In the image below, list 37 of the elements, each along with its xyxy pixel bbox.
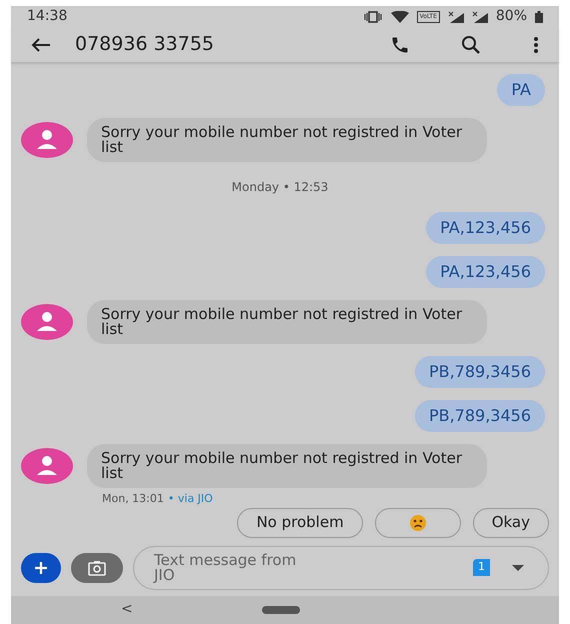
sent-message-bubble: PB,789,3456 [414, 356, 545, 388]
suggestion-chip[interactable]: Okay [472, 508, 549, 538]
home-handle[interactable] [262, 606, 300, 614]
wifi-icon [390, 10, 409, 22]
suggestion-chip[interactable]: No problem [237, 508, 363, 538]
date-separator: Monday • 12:53 [232, 179, 328, 196]
received-message-bubble: Sorry your mobile number not registred in Voter list [87, 300, 487, 344]
plus-icon [35, 562, 47, 574]
contact-number: 078936 33755 [75, 32, 216, 58]
contact-avatar-icon [21, 304, 73, 340]
nav-back-button[interactable]: < [121, 599, 133, 620]
sim-badge[interactable]: 1 [473, 559, 490, 576]
signal-icon [472, 10, 488, 22]
message-input-field[interactable]: Text message from JIO 1 [133, 546, 549, 590]
more-options-icon[interactable] [533, 36, 539, 54]
add-button[interactable] [21, 552, 61, 583]
frowning-face-icon [408, 514, 427, 532]
status-time: 14:38 [27, 7, 68, 26]
carrier-label: • via JIO [168, 491, 213, 508]
dropdown-caret-icon[interactable] [512, 564, 524, 571]
contact-avatar-icon [21, 448, 73, 484]
camera-button[interactable] [71, 552, 123, 583]
message-timestamp: Mon, 13:01 [102, 491, 164, 508]
sent-message-bubble: PA,123,456 [426, 212, 545, 244]
back-arrow-icon[interactable] [31, 36, 51, 53]
received-message-bubble: Sorry your mobile number not registred in Voter list [87, 444, 487, 488]
sent-message-bubble: PA,123,456 [426, 256, 545, 288]
vibrate-icon [362, 10, 383, 22]
camera-icon [86, 560, 108, 576]
sent-message-bubble: PA [497, 74, 545, 106]
signal-icon [448, 10, 464, 22]
battery-icon [535, 10, 543, 22]
search-icon[interactable] [461, 34, 481, 55]
sent-message-bubble: PB,789,3456 [414, 400, 545, 432]
received-message-bubble: Sorry your mobile number not registred in Voter list [87, 118, 487, 162]
contact-avatar-icon [21, 122, 73, 158]
battery-percent: 80% [496, 7, 527, 26]
